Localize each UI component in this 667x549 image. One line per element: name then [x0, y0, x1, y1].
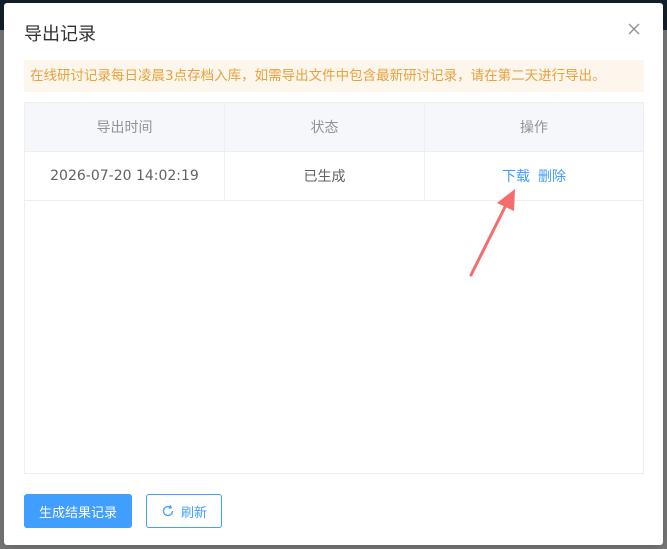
generate-records-button[interactable]: 生成结果记录 [24, 494, 133, 528]
table-header: 导出时间 状态 操作 [25, 103, 643, 152]
column-header-actions: 操作 [520, 120, 548, 136]
cell-export-time: 2026-07-20 14:02:19 [25, 152, 225, 200]
dialog-footer: 生成结果记录 刷新 [24, 494, 223, 528]
download-link[interactable]: 下载 [502, 166, 530, 186]
column-header-export-time: 导出时间 [25, 103, 225, 151]
export-records-dialog: 导出记录 在线研讨记录每日凌晨3点存档入库，如需导出文件中包含最新研讨记录，请在… [4, 3, 663, 545]
cell-actions: 下载 删除 [425, 152, 643, 200]
refresh-button-label: 刷新 [181, 505, 208, 521]
refresh-icon [161, 504, 175, 518]
close-icon [625, 20, 643, 38]
table-row: 2026-07-20 14:02:19 已生成 下载 删除 [25, 152, 643, 201]
export-records-table: 导出时间 状态 操作 2026-07-20 14:02:19 已生成 下载 删除 [24, 102, 644, 474]
notice-banner: 在线研讨记录每日凌晨3点存档入库，如需导出文件中包含最新研讨记录，请在第二天进行… [24, 60, 644, 92]
delete-link[interactable]: 删除 [538, 166, 566, 186]
column-header-status: 状态 [225, 103, 425, 151]
refresh-button[interactable]: 刷新 [146, 494, 223, 528]
dialog-title: 导出记录 [24, 24, 96, 45]
cell-status: 已生成 [225, 152, 425, 200]
close-button[interactable] [625, 20, 643, 38]
